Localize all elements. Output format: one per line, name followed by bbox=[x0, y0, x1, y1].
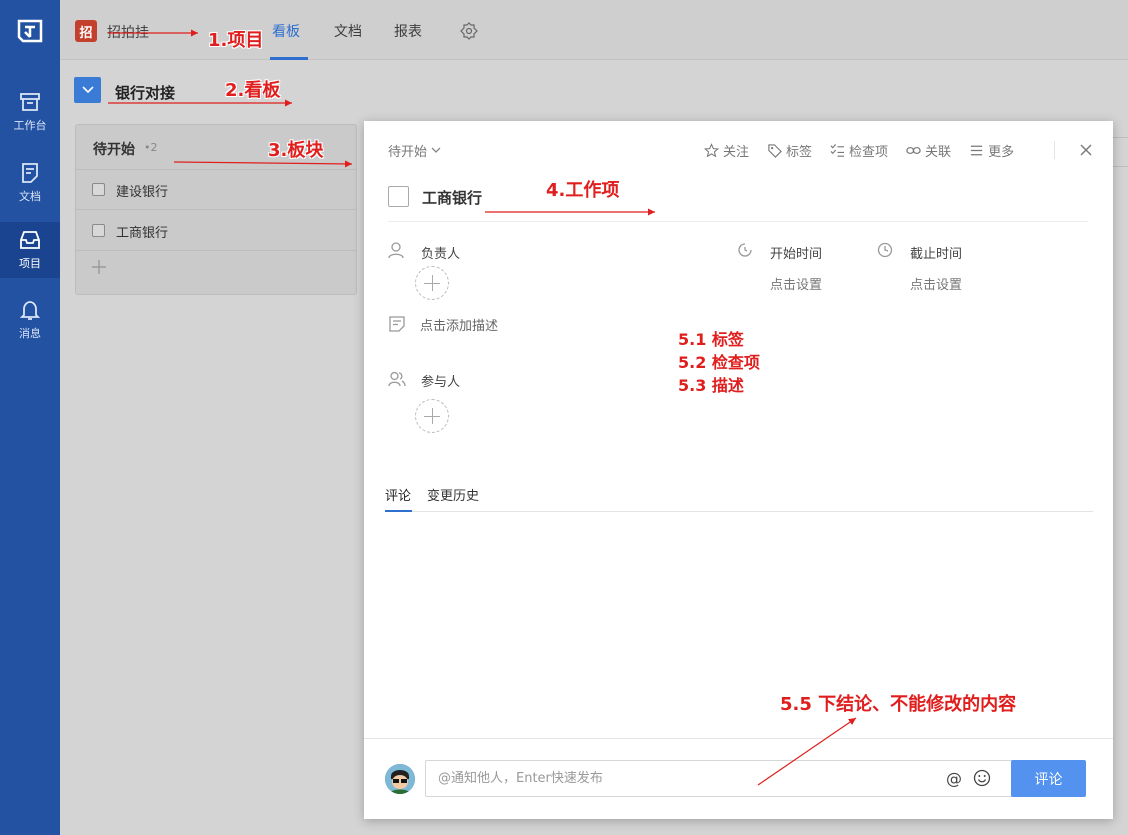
card-checkbox[interactable] bbox=[92, 183, 105, 196]
tab-docs[interactable]: 文档 bbox=[334, 21, 362, 41]
card-label: 工商银行 bbox=[116, 226, 169, 241]
annotation-project: 1.项目 bbox=[208, 30, 264, 51]
tags-button[interactable]: 标签 bbox=[767, 141, 812, 160]
bell-icon bbox=[19, 301, 41, 320]
card-checkbox[interactable] bbox=[92, 224, 105, 237]
archive-icon bbox=[20, 93, 40, 111]
clock-icon bbox=[877, 242, 893, 258]
annotation-conclusion: 5.5 下结论、不能修改的内容 bbox=[780, 694, 1017, 715]
gear-icon[interactable] bbox=[460, 22, 478, 40]
annotation-work-item: 4.工作项 bbox=[546, 180, 620, 201]
checklist-label: 检查项 bbox=[849, 145, 889, 160]
left-nav: 工作台 文档 项目 消息 bbox=[0, 0, 60, 835]
inbox-icon bbox=[20, 231, 40, 249]
link-button[interactable]: 关联 bbox=[906, 141, 951, 160]
chevron-down-icon bbox=[431, 147, 441, 153]
annotation-checklist: 5.2 检查项 bbox=[678, 353, 760, 372]
user-avatar-icon bbox=[385, 764, 415, 794]
submit-comment-button[interactable]: 评论 bbox=[1011, 760, 1086, 797]
due-time-value[interactable]: 点击设置 bbox=[910, 274, 962, 293]
mention-icon[interactable]: @ bbox=[946, 769, 962, 788]
tab-comments[interactable]: 评论 bbox=[385, 485, 411, 504]
add-card-icon[interactable] bbox=[90, 258, 108, 276]
comment-tabs: 评论 变更历史 bbox=[385, 485, 1093, 512]
background-column-edge bbox=[1113, 137, 1128, 167]
title-divider bbox=[388, 221, 1088, 222]
more-button[interactable]: 更多 bbox=[969, 141, 1014, 160]
assignee-label: 负责人 bbox=[421, 247, 461, 262]
project-name[interactable]: 招拍挂 bbox=[107, 22, 149, 42]
tag-icon bbox=[768, 144, 782, 158]
emoji-icon[interactable] bbox=[973, 769, 991, 787]
chevron-down-icon bbox=[81, 86, 94, 94]
nav-item-messages[interactable]: 消息 bbox=[0, 292, 60, 348]
tags-label: 标签 bbox=[786, 145, 813, 160]
edit-note-icon bbox=[389, 316, 405, 332]
active-tab-indicator bbox=[270, 57, 308, 60]
close-icon[interactable] bbox=[1080, 144, 1092, 156]
user-icon bbox=[388, 242, 404, 259]
card-label: 建设银行 bbox=[116, 185, 169, 200]
nav-item-label: 文档 bbox=[19, 190, 41, 203]
start-time-label: 开始时间 bbox=[770, 247, 823, 262]
link-icon bbox=[906, 147, 921, 154]
comment-input[interactable] bbox=[425, 760, 1033, 797]
description-placeholder[interactable]: 点击添加描述 bbox=[420, 315, 498, 334]
participants-label: 参与人 bbox=[421, 375, 461, 390]
annotation-tags: 5.1 标签 bbox=[678, 330, 744, 349]
footer-divider bbox=[364, 738, 1113, 739]
nav-item-label: 项目 bbox=[19, 257, 41, 270]
checklist-button[interactable]: 检查项 bbox=[830, 141, 888, 160]
toolbar-divider bbox=[1054, 141, 1055, 159]
card-item[interactable]: 工商银行 bbox=[76, 211, 356, 251]
annotation-description: 5.3 描述 bbox=[678, 376, 744, 395]
clock-start-icon bbox=[738, 243, 752, 257]
add-assignee-button[interactable] bbox=[415, 266, 449, 300]
column-title: 待开始 bbox=[93, 142, 135, 158]
modal-toolbar: 关注 标签 检查项 关联 更多 bbox=[704, 141, 1032, 160]
follow-button[interactable]: 关注 bbox=[704, 141, 749, 160]
document-icon bbox=[22, 163, 38, 183]
link-label: 关联 bbox=[925, 145, 952, 160]
tab-kanban[interactable]: 看板 bbox=[272, 21, 300, 41]
app-logo-icon[interactable] bbox=[17, 17, 43, 43]
annotation-board: 2.看板 bbox=[225, 80, 281, 101]
nav-item-workbench[interactable]: 工作台 bbox=[0, 84, 60, 140]
comment-tab-indicator bbox=[385, 510, 412, 512]
checklist-icon bbox=[830, 144, 845, 157]
tab-reports[interactable]: 报表 bbox=[394, 21, 422, 41]
start-time-value[interactable]: 点击设置 bbox=[770, 274, 822, 293]
avatar[interactable] bbox=[385, 764, 415, 794]
users-icon bbox=[388, 371, 406, 387]
star-icon bbox=[704, 143, 719, 158]
board-toggle-button[interactable] bbox=[74, 77, 101, 103]
column-count: •2 bbox=[144, 141, 158, 154]
nav-item-projects[interactable]: 项目 bbox=[0, 222, 60, 278]
board-title[interactable]: 银行对接 bbox=[115, 82, 175, 103]
annotation-block: 3.板块 bbox=[268, 140, 324, 161]
follow-label: 关注 bbox=[723, 145, 750, 160]
menu-icon bbox=[970, 145, 983, 156]
work-item-checkbox[interactable] bbox=[388, 186, 409, 207]
nav-item-docs[interactable]: 文档 bbox=[0, 155, 60, 211]
due-time-label: 截止时间 bbox=[910, 247, 963, 262]
project-badge: 招 bbox=[75, 20, 97, 42]
work-item-title[interactable]: 工商银行 bbox=[422, 187, 482, 208]
add-participant-button[interactable] bbox=[415, 399, 449, 433]
nav-item-label: 工作台 bbox=[13, 119, 47, 132]
status-label: 待开始 bbox=[388, 145, 428, 160]
more-label: 更多 bbox=[988, 145, 1015, 160]
card-item[interactable]: 建设银行 bbox=[76, 170, 356, 210]
nav-item-label: 消息 bbox=[19, 327, 41, 340]
status-dropdown[interactable]: 待开始 bbox=[388, 141, 441, 160]
tab-change-history[interactable]: 变更历史 bbox=[427, 485, 479, 504]
